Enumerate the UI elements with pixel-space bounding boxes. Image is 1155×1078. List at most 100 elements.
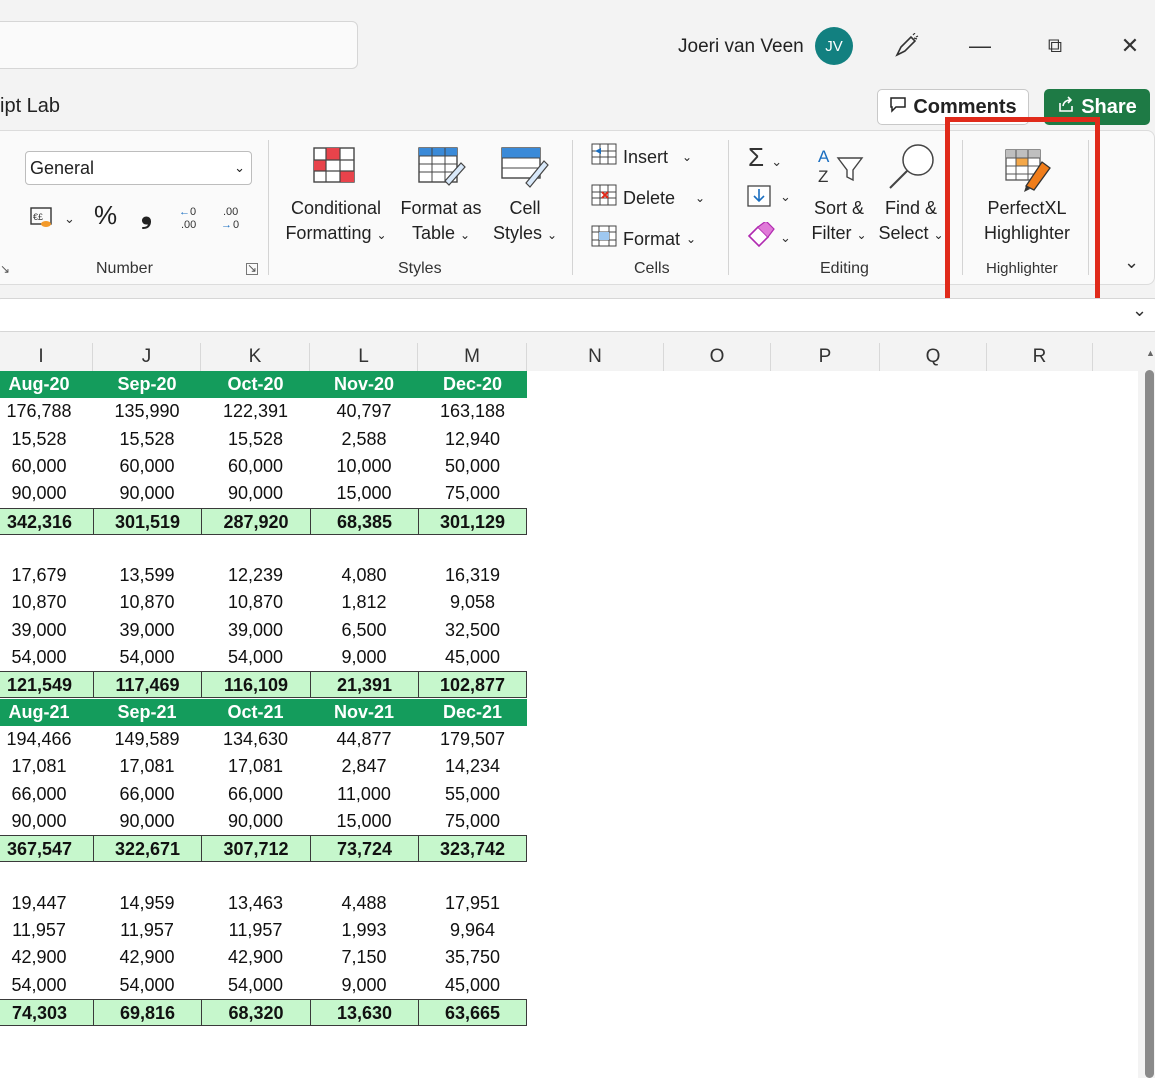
autosum-icon[interactable]: Σ ⌄: [748, 142, 782, 173]
value-cell[interactable]: 75,000: [418, 808, 527, 835]
percent-style-button[interactable]: %: [94, 202, 117, 228]
value-cell[interactable]: 42,900: [93, 944, 201, 971]
value-cell[interactable]: 9,000: [310, 972, 418, 999]
column-header-j[interactable]: J: [93, 343, 201, 371]
value-cell[interactable]: 15,528: [93, 426, 201, 453]
value-cell[interactable]: 16,319: [418, 562, 527, 589]
value-cell[interactable]: 2,588: [310, 426, 418, 453]
value-cell[interactable]: 4,080: [310, 562, 418, 589]
value-cell[interactable]: 45,000: [418, 972, 527, 999]
conditional-formatting-button[interactable]: Conditional Formatting ⌄: [280, 196, 392, 248]
value-cell[interactable]: 9,964: [418, 917, 527, 944]
value-cell[interactable]: 7,150: [310, 944, 418, 971]
value-cell[interactable]: 90,000: [93, 808, 201, 835]
value-cell[interactable]: 4,488: [310, 890, 418, 917]
total-cell[interactable]: 116,109: [201, 671, 310, 699]
value-cell[interactable]: 55,000: [418, 781, 527, 808]
value-cell[interactable]: 60,000: [0, 453, 93, 480]
month-header-cell[interactable]: Sep-20: [93, 371, 201, 398]
month-header-cell[interactable]: Dec-21: [418, 698, 527, 726]
month-header-cell[interactable]: Oct-21: [201, 698, 310, 726]
comma-style-button[interactable]: ❟: [141, 200, 152, 228]
format-as-table-button[interactable]: Format as Table ⌄: [396, 196, 486, 248]
total-cell[interactable]: 301,519: [93, 507, 201, 535]
column-header-i[interactable]: I: [0, 343, 93, 371]
total-cell[interactable]: 13,630: [310, 998, 418, 1026]
formula-bar-expand-icon[interactable]: ⌄: [1132, 300, 1147, 321]
value-cell[interactable]: 15,528: [201, 426, 310, 453]
value-cell[interactable]: 17,081: [93, 753, 201, 780]
value-cell[interactable]: 66,000: [93, 781, 201, 808]
value-cell[interactable]: 17,951: [418, 890, 527, 917]
value-cell[interactable]: 10,870: [93, 589, 201, 616]
value-cell[interactable]: 75,000: [418, 480, 527, 507]
value-cell[interactable]: 35,750: [418, 944, 527, 971]
value-cell[interactable]: 10,000: [310, 453, 418, 480]
column-header-o[interactable]: O: [664, 343, 771, 371]
month-header-cell[interactable]: Oct-20: [201, 371, 310, 398]
column-header-l[interactable]: L: [310, 343, 418, 371]
value-cell[interactable]: 194,466: [0, 726, 93, 753]
value-cell[interactable]: 54,000: [201, 644, 310, 671]
total-cell[interactable]: 322,671: [93, 835, 201, 863]
value-cell[interactable]: 11,957: [93, 917, 201, 944]
column-header-k[interactable]: K: [201, 343, 310, 371]
number-format-select[interactable]: General ⌄: [25, 151, 252, 185]
total-cell[interactable]: 21,391: [310, 671, 418, 699]
value-cell[interactable]: 39,000: [0, 617, 93, 644]
value-cell[interactable]: 17,081: [0, 753, 93, 780]
total-cell[interactable]: 307,712: [201, 835, 310, 863]
ribbon-expand-chevron-icon[interactable]: ⌄: [1124, 252, 1139, 273]
find-select-button[interactable]: Find & Select ⌄: [876, 196, 946, 248]
value-cell[interactable]: 6,500: [310, 617, 418, 644]
value-cell[interactable]: 90,000: [201, 480, 310, 507]
total-cell[interactable]: 342,316: [0, 507, 93, 535]
value-cell[interactable]: 122,391: [201, 398, 310, 425]
value-cell[interactable]: 12,940: [418, 426, 527, 453]
value-cell[interactable]: 54,000: [201, 972, 310, 999]
worksheet-grid[interactable]: Aug-20 Sep-20 Oct-20 Nov-20 Dec-20 176,788 135…: [0, 371, 1138, 1078]
value-cell[interactable]: 13,599: [93, 562, 201, 589]
value-cell[interactable]: 44,877: [310, 726, 418, 753]
value-cell[interactable]: 1,812: [310, 589, 418, 616]
month-header-cell[interactable]: Aug-20: [0, 371, 93, 398]
value-cell[interactable]: 90,000: [0, 480, 93, 507]
value-cell[interactable]: 19,447: [0, 890, 93, 917]
value-cell[interactable]: 54,000: [93, 972, 201, 999]
total-cell[interactable]: 121,549: [0, 671, 93, 699]
value-cell[interactable]: 12,239: [201, 562, 310, 589]
value-cell[interactable]: 135,990: [93, 398, 201, 425]
value-cell[interactable]: 2,847: [310, 753, 418, 780]
value-cell[interactable]: 17,081: [201, 753, 310, 780]
value-cell[interactable]: 179,507: [418, 726, 527, 753]
total-cell[interactable]: 301,129: [418, 507, 527, 535]
format-cells-button[interactable]: Format ⌄: [591, 225, 696, 254]
scroll-up-arrow-icon[interactable]: ▲: [1146, 348, 1155, 358]
insert-cells-button[interactable]: Insert ⌄: [591, 143, 692, 172]
value-cell[interactable]: 15,000: [310, 808, 418, 835]
value-cell[interactable]: 42,900: [0, 944, 93, 971]
value-cell[interactable]: 39,000: [201, 617, 310, 644]
value-cell[interactable]: 90,000: [0, 808, 93, 835]
column-header-q[interactable]: Q: [880, 343, 987, 371]
value-cell[interactable]: 54,000: [93, 644, 201, 671]
total-cell[interactable]: 63,665: [418, 998, 527, 1026]
value-cell[interactable]: 10,870: [0, 589, 93, 616]
total-cell[interactable]: 68,320: [201, 998, 310, 1026]
cell-styles-button[interactable]: Cell Styles ⌄: [486, 196, 564, 248]
column-header-n[interactable]: N: [527, 343, 664, 371]
value-cell[interactable]: 11,957: [0, 917, 93, 944]
value-cell[interactable]: 17,679: [0, 562, 93, 589]
total-cell[interactable]: 68,385: [310, 507, 418, 535]
value-cell[interactable]: 90,000: [201, 808, 310, 835]
minimize-button[interactable]: —: [960, 26, 1000, 66]
month-header-cell[interactable]: Nov-21: [310, 698, 418, 726]
dialog-launcher-icon[interactable]: ↘: [0, 262, 10, 276]
value-cell[interactable]: 66,000: [201, 781, 310, 808]
value-cell[interactable]: 40,797: [310, 398, 418, 425]
column-header-r[interactable]: R: [987, 343, 1093, 371]
total-cell[interactable]: 69,816: [93, 998, 201, 1026]
value-cell[interactable]: 9,000: [310, 644, 418, 671]
month-header-cell[interactable]: Sep-21: [93, 698, 201, 726]
close-button[interactable]: ✕: [1110, 26, 1150, 66]
